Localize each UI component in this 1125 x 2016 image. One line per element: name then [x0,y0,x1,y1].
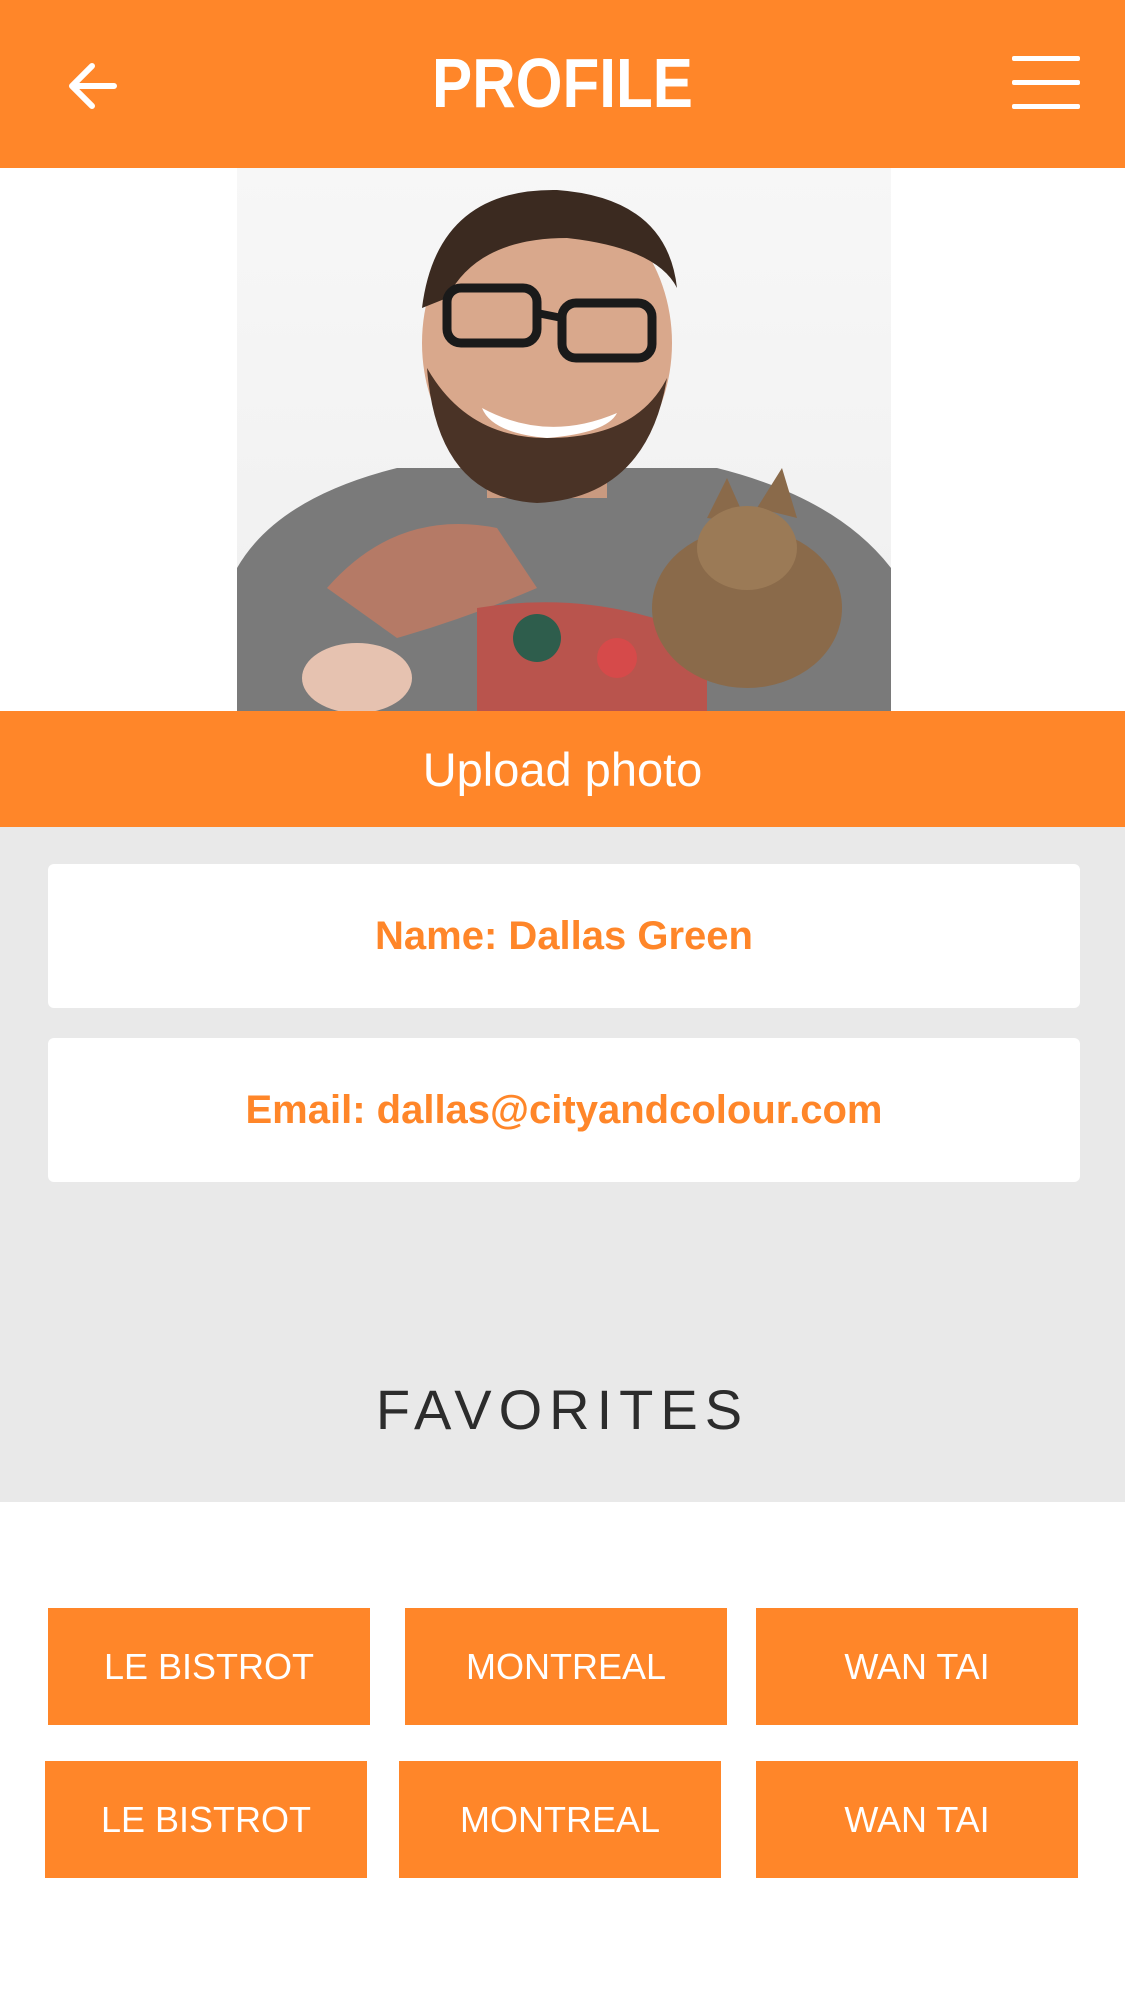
profile-photo [237,168,891,711]
favorite-item[interactable]: LE BISTROT [48,1608,370,1725]
favorite-item[interactable]: LE BISTROT [45,1761,367,1878]
favorite-item-label: LE BISTROT [103,1645,315,1687]
menu-button[interactable] [1000,48,1084,118]
favorite-item-label: MONTREAL [459,1798,661,1840]
favorite-item[interactable]: MONTREAL [405,1608,727,1725]
upload-photo-button[interactable]: Upload photo [0,711,1125,827]
photo-area [0,168,1125,711]
name-field: Name: Dallas Green [48,864,1080,1008]
favorite-item-label: MONTREAL [465,1645,667,1687]
favorite-item-label: WAN TAI [844,1645,990,1687]
favorite-item[interactable]: WAN TAI [756,1608,1078,1725]
favorite-item[interactable]: MONTREAL [399,1761,721,1878]
favorites-title: FAVORITES [375,1378,750,1441]
favorite-item[interactable]: WAN TAI [756,1761,1078,1878]
top-app-bar: PROFILE [0,0,1125,168]
upload-photo-label: Upload photo [422,742,703,796]
favorite-item-label: LE BISTROT [100,1798,312,1840]
email-field: Email: dallas@cityandcolour.com [48,1038,1080,1182]
favorite-item-label: WAN TAI [844,1798,990,1840]
page-title: PROFILE [432,44,693,122]
profile-info-section: Name: Dallas Green Email: dallas@cityand… [0,827,1125,1502]
name-text: Name: Dallas Green [375,913,753,958]
email-text: Email: dallas@cityandcolour.com [245,1087,883,1132]
